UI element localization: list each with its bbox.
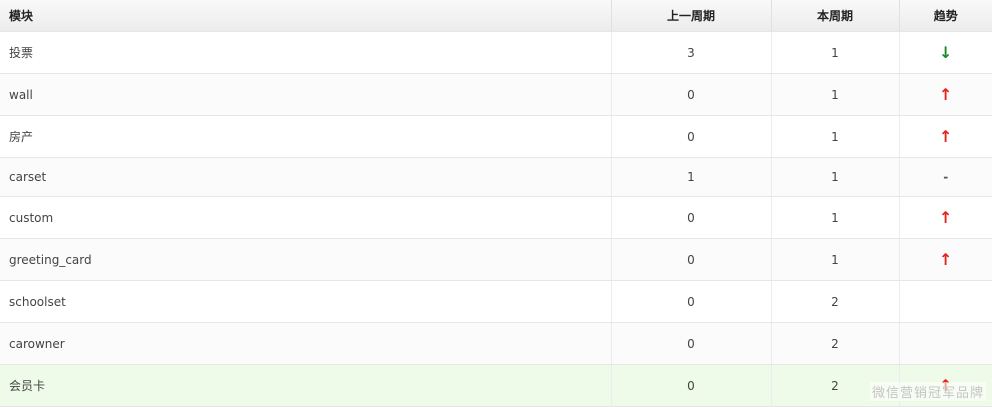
module-name: wall (0, 73, 612, 116)
trend-cell (899, 322, 992, 365)
current-period-count: 2 (771, 280, 900, 323)
header-current-period[interactable]: 本周期 (771, 0, 900, 32)
table-row[interactable]: 房产 0 1 ↑ (0, 115, 992, 158)
module-name: 会员卡 (0, 364, 612, 407)
module-name: 投票 (0, 31, 612, 74)
table-header-row: 模块 上一周期 本周期 趋势 (0, 0, 992, 32)
current-period-count: 1 (771, 73, 900, 116)
trend-cell: ↑ (899, 238, 992, 281)
current-period-count: 2 (771, 322, 900, 365)
header-trend[interactable]: 趋势 (899, 0, 992, 32)
current-period-count: 1 (771, 238, 900, 281)
table-row[interactable]: carset 1 1 - (0, 157, 992, 197)
module-name: custom (0, 196, 612, 239)
module-name: 房产 (0, 115, 612, 158)
module-trend-table: 模块 上一周期 本周期 趋势 投票 3 1 ↓ wall 0 1 ↑ 房产 0 … (0, 0, 992, 407)
header-previous-period[interactable]: 上一周期 (611, 0, 772, 32)
previous-period-count: 0 (611, 73, 772, 116)
watermark-text: 微信营销冠军品牌 (869, 382, 986, 401)
table-row[interactable]: custom 0 1 ↑ (0, 196, 992, 239)
current-period-count: 1 (771, 196, 900, 239)
table-row[interactable]: 投票 3 1 ↓ (0, 31, 992, 74)
previous-period-count: 3 (611, 31, 772, 74)
module-name: schoolset (0, 280, 612, 323)
previous-period-count: 0 (611, 115, 772, 158)
table-row[interactable]: greeting_card 0 1 ↑ (0, 238, 992, 281)
trend-cell: - (899, 157, 992, 197)
trend-down-arrow-icon: ↓ (939, 43, 953, 62)
module-name: greeting_card (0, 238, 612, 281)
current-period-count: 1 (771, 115, 900, 158)
trend-up-arrow-icon: ↑ (939, 250, 953, 269)
trend-cell: ↓ (899, 31, 992, 74)
previous-period-count: 0 (611, 196, 772, 239)
current-period-count: 1 (771, 157, 900, 197)
previous-period-count: 0 (611, 280, 772, 323)
trend-flat-dash-icon: - (943, 170, 949, 184)
table-row[interactable]: wall 0 1 ↑ (0, 73, 992, 116)
trend-up-arrow-icon: ↑ (939, 127, 953, 146)
previous-period-count: 0 (611, 322, 772, 365)
trend-cell: ↑ (899, 73, 992, 116)
trend-up-arrow-icon: ↑ (939, 208, 953, 227)
header-module[interactable]: 模块 (0, 0, 612, 32)
table-row[interactable]: carowner 0 2 (0, 322, 992, 365)
table-row[interactable]: 会员卡 0 2 ↑ (0, 364, 992, 407)
previous-period-count: 1 (611, 157, 772, 197)
trend-cell: ↑ (899, 115, 992, 158)
trend-up-arrow-icon: ↑ (939, 85, 953, 104)
module-name: carset (0, 157, 612, 197)
module-name: carowner (0, 322, 612, 365)
table-row[interactable]: schoolset 0 2 (0, 280, 992, 323)
current-period-count: 1 (771, 31, 900, 74)
trend-cell: ↑ (899, 196, 992, 239)
previous-period-count: 0 (611, 364, 772, 407)
previous-period-count: 0 (611, 238, 772, 281)
trend-cell (899, 280, 992, 323)
